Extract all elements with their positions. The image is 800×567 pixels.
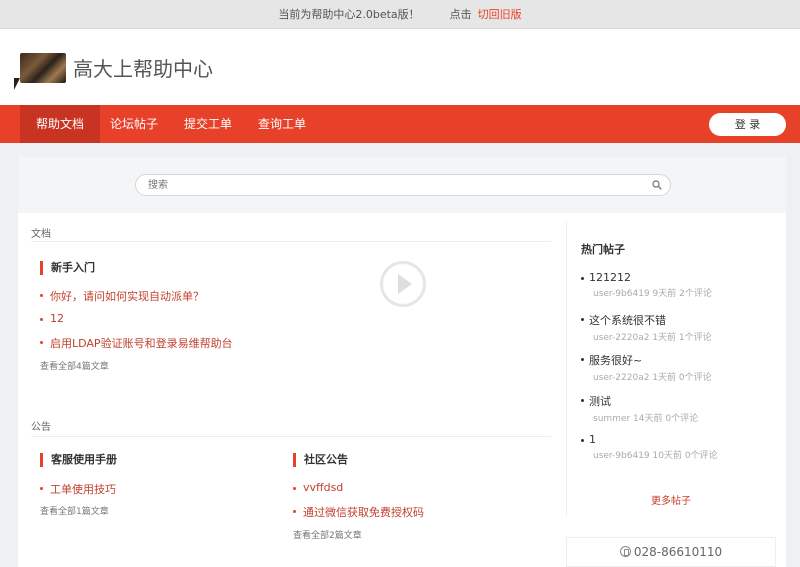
switch-prompt-text: 点击 xyxy=(449,8,472,21)
site-logo[interactable] xyxy=(20,53,66,83)
view-all-community-link[interactable]: 查看全部2篇文章 xyxy=(293,528,362,541)
more-posts-link[interactable]: 更多帖子 xyxy=(567,492,775,507)
doc-link[interactable]: 启用LDAP验证账号和登录易维帮助台 xyxy=(40,335,233,351)
login-button[interactable]: 登 录 xyxy=(709,113,786,136)
category-manual-title[interactable]: 客服使用手册 xyxy=(40,453,117,467)
hot-posts-sidebar: 热门帖子 121212 user-9b6419 9天前 2个评论 这个系统很不错… xyxy=(566,221,774,517)
hot-post-meta: user-2220a2 1天前 1个评论 xyxy=(593,333,712,343)
hot-post-meta: user-2220a2 1天前 0个评论 xyxy=(593,373,712,383)
hot-posts-title: 热门帖子 xyxy=(581,243,625,256)
search-icon[interactable] xyxy=(652,180,662,190)
search-box xyxy=(135,174,671,196)
announcement-link[interactable]: 工单使用技巧 xyxy=(40,481,116,497)
play-overlay-icon xyxy=(380,261,426,307)
hot-post-meta: user-9b6419 9天前 2个评论 xyxy=(593,289,712,299)
site-header: 高大上帮助中心 xyxy=(0,29,800,105)
mouse-cursor-icon xyxy=(14,78,26,90)
hot-post-item[interactable]: 测试 summer 14天前 0个评论 xyxy=(581,393,771,424)
contact-phone-number: 028-86610110 xyxy=(633,545,723,559)
main-nav: 帮助文档 论坛帖子 提交工单 查询工单 登 录 xyxy=(0,105,800,143)
hot-post-item[interactable]: 1 user-9b6419 10天前 0个评论 xyxy=(581,433,771,461)
nav-tab-forum-posts[interactable]: 论坛帖子 xyxy=(94,105,174,143)
category-beginner-title[interactable]: 新手入门 xyxy=(40,261,95,275)
announcement-link[interactable]: 通过微信获取免费授权码 xyxy=(293,504,424,520)
hot-post-item[interactable]: 服务很好~ user-2220a2 1天前 0个评论 xyxy=(581,352,771,383)
nav-tab-help-docs[interactable]: 帮助文档 xyxy=(20,105,101,143)
switch-old-version-link[interactable]: 切回旧版 xyxy=(478,6,522,22)
hot-post-meta: summer 14天前 0个评论 xyxy=(593,414,699,424)
nav-tab-submit-ticket[interactable]: 提交工单 xyxy=(168,105,248,143)
beta-notice-bar: 当前为帮助中心2.0beta版！ 点击 切回旧版 xyxy=(0,0,800,29)
hot-post-title[interactable]: 这个系统很不错 xyxy=(581,312,771,328)
view-all-manual-link[interactable]: 查看全部1篇文章 xyxy=(40,504,109,517)
nav-tab-query-ticket[interactable]: 查询工单 xyxy=(242,105,322,143)
doc-link[interactable]: 你好，请问如何实现自动派单？ xyxy=(40,288,204,304)
hot-post-item[interactable]: 这个系统很不错 user-2220a2 1天前 1个评论 xyxy=(581,312,771,343)
announcement-link[interactable]: vvffdsd xyxy=(293,481,343,494)
site-title[interactable]: 高大上帮助中心 xyxy=(73,53,213,82)
category-community-title[interactable]: 社区公告 xyxy=(293,453,348,467)
view-all-docs-link[interactable]: 查看全部4篇文章 xyxy=(40,359,109,372)
phone-icon xyxy=(619,546,631,557)
hot-post-title[interactable]: 测试 xyxy=(581,393,771,409)
docs-divider xyxy=(31,241,551,242)
hot-post-title[interactable]: 服务很好~ xyxy=(581,352,771,368)
contact-phone-box: 028-86610110 xyxy=(566,537,776,567)
announcements-divider xyxy=(31,436,551,437)
hot-post-meta: user-9b6419 10天前 0个评论 xyxy=(593,451,718,461)
search-area xyxy=(18,157,786,213)
hot-post-title[interactable]: 121212 xyxy=(581,271,771,284)
doc-link[interactable]: 12 xyxy=(40,312,64,325)
hot-post-item[interactable]: 121212 user-9b6419 9天前 2个评论 xyxy=(581,271,771,299)
hot-post-title[interactable]: 1 xyxy=(581,433,771,446)
search-input[interactable] xyxy=(148,175,648,195)
docs-section-label: 文档 xyxy=(31,229,51,240)
announcements-section-label: 公告 xyxy=(31,422,51,433)
beta-notice-text: 当前为帮助中心2.0beta版！ xyxy=(278,8,420,21)
